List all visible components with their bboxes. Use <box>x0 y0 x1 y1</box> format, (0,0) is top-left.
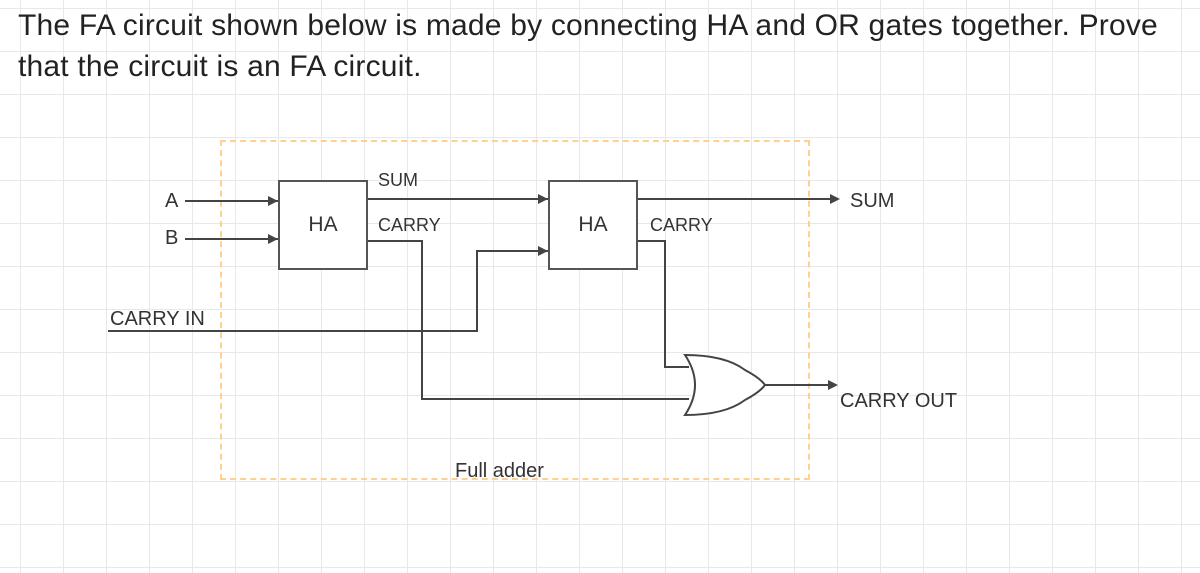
ha2-carry-label: CARRY <box>650 215 713 236</box>
wire-cin-v <box>476 250 478 332</box>
output-cout-label: CARRY OUT <box>840 390 957 413</box>
arrow-sum-out <box>830 194 840 204</box>
wire-ha2carry-v <box>664 240 666 368</box>
wire-a <box>185 200 278 202</box>
wire-ha2carry-h <box>638 240 666 242</box>
arrow-carry-out <box>828 380 838 390</box>
or-gate-icon <box>680 350 770 420</box>
ha1-block: HA <box>278 180 368 270</box>
wire-b <box>185 238 278 240</box>
arrow-a <box>268 196 278 206</box>
wire-cin-h <box>108 330 478 332</box>
ha1-sum-label: SUM <box>378 170 418 191</box>
wire-carry-out <box>765 384 835 386</box>
ha1-label: HA <box>308 213 337 237</box>
arrow-ha1sum <box>538 194 548 204</box>
input-b-label: B <box>165 227 178 250</box>
output-sum-label: SUM <box>850 190 894 213</box>
wire-ha1carry-h <box>368 240 423 242</box>
ha1-carry-label: CARRY <box>378 215 441 236</box>
or-gate <box>680 350 770 420</box>
wire-sum-out <box>638 198 838 200</box>
input-a-label: A <box>165 190 178 213</box>
question-text: The FA circuit shown below is made by co… <box>18 6 1180 87</box>
full-adder-diagram: A B CARRY IN HA SUM CARRY HA CARRY SUM C… <box>0 100 1200 540</box>
input-cin-label: CARRY IN <box>110 308 205 331</box>
arrow-cin <box>538 246 548 256</box>
wire-ha1carry-v <box>421 240 423 400</box>
arrow-b <box>268 234 278 244</box>
wire-ha1carry-to-or <box>421 398 689 400</box>
wire-ha1sum <box>368 198 548 200</box>
diagram-caption: Full adder <box>455 460 544 483</box>
ha2-label: HA <box>578 213 607 237</box>
ha2-block: HA <box>548 180 638 270</box>
